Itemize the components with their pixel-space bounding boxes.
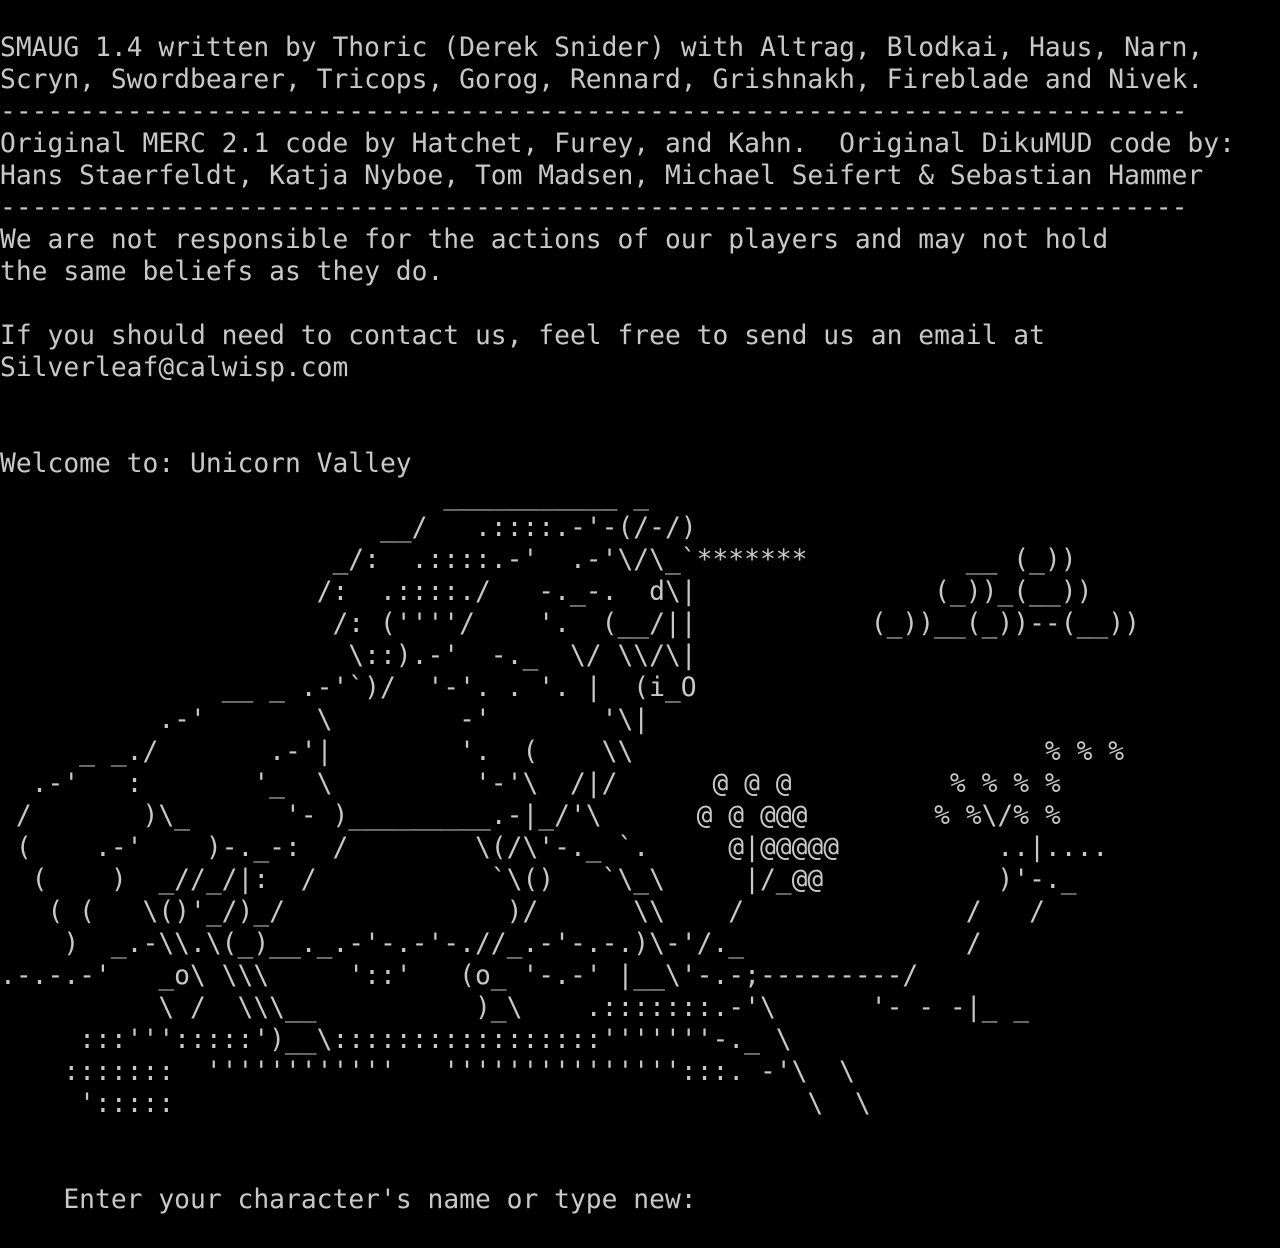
terminal-line: ::::::: '''''''''''' ''''''''''''''':::.… <box>0 1057 855 1087</box>
terminal-line: Welcome to: Unicorn Valley <box>0 449 412 479</box>
terminal-line: /: .::::./ -._-. d\| (_))_(__)) <box>0 577 1093 607</box>
terminal-line: :::''':::::')__\:::::::::::::::::'''''''… <box>0 1025 792 1055</box>
terminal-line: ( ( \()'_/)_/ )/ \\ / / / <box>0 897 1045 927</box>
terminal-line: / )\_ '- )_________.-|_/'\ @ @ @@@ % %\/… <box>0 801 1061 831</box>
terminal-line: Hans Staerfeldt, Katja Nyboe, Tom Madsen… <box>0 161 1204 191</box>
terminal-line: SMAUG 1.4 written by Thoric (Derek Snide… <box>0 33 1204 63</box>
login-prompt-line[interactable]: Enter your character's name or type new: <box>0 1152 1280 1248</box>
terminal-line: Original MERC 2.1 code by Hatchet, Furey… <box>0 129 1235 159</box>
terminal-line: \::).-' -._ \/ \\/\| <box>0 641 697 671</box>
login-prompt: Enter your character's name or type new: <box>63 1185 713 1215</box>
terminal-line: We are not responsible for the actions o… <box>0 225 1109 255</box>
terminal-line: .-' \ -' '\| <box>0 705 650 735</box>
terminal-line: /: (''''/ '. (__/|| (_))__(_))--(__)) <box>0 609 1140 639</box>
terminal-line: ----------------------------------------… <box>0 193 1188 223</box>
terminal-screen: SMAUG 1.4 written by Thoric (Derek Snide… <box>0 32 1280 1248</box>
terminal-line: ___________ _ <box>0 481 650 511</box>
terminal-line: If you should need to contact us, feel f… <box>0 321 1045 351</box>
terminal-line: _ _./ .-'| '. ( \\ % % % <box>0 737 1125 767</box>
terminal-line: \ / \\\__ )_\ .:::::::.-'\ '- - -|_ _ <box>0 993 1030 1023</box>
terminal-line: .-' : '_ \ '-'\ /|/ @ @ @ % % % % <box>0 769 1061 799</box>
terminal-line: ) _.-\\.\(_)__._.-'-.-'-.//_.-'-.-.)\-'/… <box>0 929 982 959</box>
terminal-line: Scryn, Swordbearer, Tricops, Gorog, Renn… <box>0 65 1204 95</box>
terminal-line: ( ) _//_/|: / `\() `\_\ |/_@@ )'-._ <box>0 865 1077 895</box>
login-banner: SMAUG 1.4 written by Thoric (Derek Snide… <box>0 32 1280 1152</box>
terminal-line: __ _ .-'`)/ '-'. . '. | (i_O <box>0 673 697 703</box>
terminal-line: ----------------------------------------… <box>0 97 1188 127</box>
terminal-line: Silverleaf@calwisp.com <box>0 353 349 383</box>
terminal-line: ( .-' )-._-: / \(/\'-._ `. @|@@@@@ ..|..… <box>0 833 1109 863</box>
terminal-line: __/ .::::.-'-(/-/) <box>0 513 697 543</box>
terminal-line: '::::: \ \ <box>0 1089 871 1119</box>
terminal-line: _/: .::::.-' .-'\/\_`******* __ (_)) <box>0 545 1077 575</box>
terminal-line: the same beliefs as they do. <box>0 257 444 287</box>
terminal-line: .-.-.-' _o\ \\\ '::' (o_ '-.-' |__\'-.-;… <box>0 961 919 991</box>
